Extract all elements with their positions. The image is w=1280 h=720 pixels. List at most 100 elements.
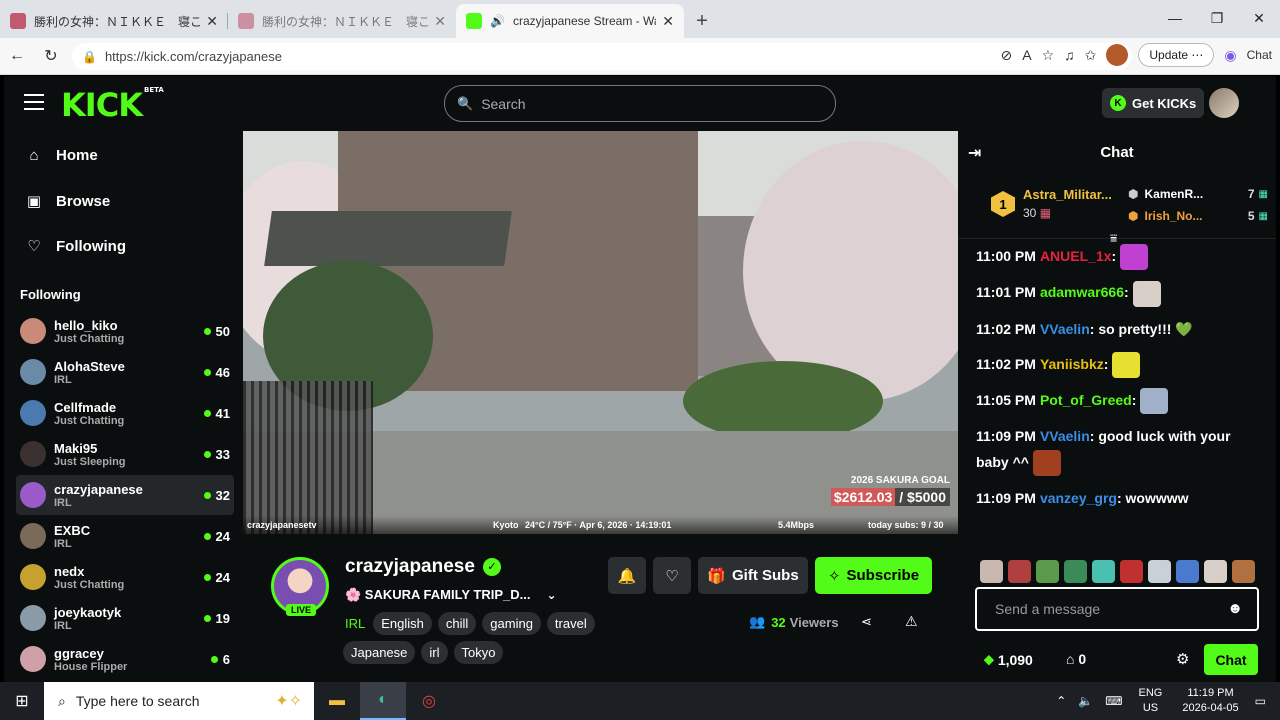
kick-logo[interactable]: KICK BETA: [61, 86, 164, 124]
emote-icon[interactable]: [1232, 560, 1255, 583]
share-icon[interactable]: ⋖: [861, 614, 872, 630]
back-icon[interactable]: ←: [0, 41, 34, 71]
emote-icon[interactable]: [1036, 560, 1059, 583]
get-kicks-button[interactable]: K Get KICKs: [1102, 88, 1205, 118]
following-channel[interactable]: joeykaotyk IRL 19: [16, 598, 234, 638]
chevron-down-icon[interactable]: ⌄: [546, 588, 556, 602]
leaderboard-user[interactable]: ⬢ Irish_No... 5 ▦: [1128, 209, 1268, 223]
windows-start-icon[interactable]: ⊞: [0, 682, 44, 720]
sidebar-item-browse[interactable]: ▣ Browse: [24, 192, 110, 211]
read-aloud-icon[interactable]: A: [1022, 47, 1031, 63]
clock[interactable]: 11:19 PM 2026-04-05: [1182, 686, 1238, 716]
chat-settings-icon[interactable]: ⚙: [1176, 650, 1189, 668]
channel-avatar: [20, 605, 46, 631]
close-tab-icon[interactable]: ✕: [662, 13, 674, 30]
tag-chip[interactable]: English: [373, 612, 432, 635]
video-player[interactable]: 2026 SAKURA GOAL $2612.03/ $5000 crazyja…: [243, 131, 958, 534]
channel-name: Maki95: [54, 440, 98, 456]
emote-icon[interactable]: [1176, 560, 1199, 583]
leaderboard-user[interactable]: Astra_Militar...: [1023, 187, 1112, 202]
menu-icon[interactable]: [24, 94, 44, 110]
extensions-icon[interactable]: ♫: [1064, 47, 1075, 63]
leaderboard-user[interactable]: ⬢ KamenR... 7 ▦: [1128, 187, 1268, 201]
message-user[interactable]: VVaelin: [1040, 321, 1090, 337]
tag-chip[interactable]: travel: [546, 612, 595, 635]
tag-chip[interactable]: Tokyo: [453, 641, 504, 664]
collapse-chat-icon[interactable]: ⇥: [968, 143, 981, 163]
message-user[interactable]: Yaniisbkz: [1040, 356, 1104, 372]
taskbar-search[interactable]: ⌕ Type here to search ✦✧: [44, 682, 314, 720]
volume-icon[interactable]: 🔈: [1078, 694, 1093, 708]
search-input[interactable]: 🔍 Search: [444, 85, 836, 122]
close-tab-icon[interactable]: ✕: [206, 13, 218, 30]
keyboard-icon[interactable]: ⌨: [1105, 694, 1122, 708]
channel-name[interactable]: crazyjapanese ✓: [345, 556, 501, 578]
emote-icon[interactable]: [1204, 560, 1227, 583]
copilot-icon[interactable]: ◉: [1224, 47, 1236, 64]
tag-chip[interactable]: Japanese: [343, 641, 416, 664]
browser-tab-2[interactable]: 勝利の女神：ＮＩＫＫＥ 寝ころび ✕: [228, 4, 456, 38]
sidebar-item-following[interactable]: ♡ Following: [24, 237, 126, 256]
channel-points[interactable]: ⬥ 1,090: [984, 651, 1033, 668]
language-indicator[interactable]: ENG US: [1139, 686, 1163, 716]
live-dot-icon: [210, 655, 218, 663]
category-link[interactable]: IRL: [343, 612, 367, 635]
browser-tab-3[interactable]: 🔊 crazyjapanese Stream - Watch ✕: [456, 4, 684, 38]
following-channel[interactable]: AlohaSteve IRL 46: [16, 352, 234, 392]
close-tab-icon[interactable]: ✕: [434, 13, 446, 30]
tracking-prevention-icon[interactable]: ⊘: [1001, 47, 1013, 64]
file-explorer-icon[interactable]: ▬: [314, 682, 360, 720]
sidebar-item-home[interactable]: ⌂ Home: [24, 147, 97, 164]
copilot-chat-label[interactable]: Chat: [1247, 48, 1272, 62]
message-user[interactable]: vanzey_grg: [1040, 490, 1117, 506]
tag-chip[interactable]: chill: [437, 612, 477, 635]
tag-chip[interactable]: gaming: [482, 612, 541, 635]
following-channel[interactable]: Cellfmade Just Chatting 41: [16, 393, 234, 433]
tag-chip[interactable]: irl: [421, 641, 448, 664]
edge-browser-icon[interactable]: ◐: [360, 682, 406, 720]
favorites-icon[interactable]: ✩: [1085, 47, 1097, 64]
message-user[interactable]: VVaelin: [1040, 428, 1090, 444]
emote-icon[interactable]: [1120, 560, 1143, 583]
send-chat-button[interactable]: Chat: [1204, 644, 1258, 675]
message-user[interactable]: adamwar666: [1040, 284, 1124, 300]
update-button[interactable]: Update ⋯: [1138, 43, 1215, 67]
user-avatar[interactable]: [1209, 88, 1239, 118]
emote-icon[interactable]: [1092, 560, 1115, 583]
maximize-icon[interactable]: ❐: [1196, 0, 1238, 36]
address-bar[interactable]: 🔒 https://kick.com/crazyjapanese: [72, 43, 1132, 70]
emote-icon[interactable]: [1064, 560, 1087, 583]
message-user[interactable]: ANUEL_1x: [1040, 248, 1112, 264]
browser-tab-1[interactable]: 勝利の女神：ＮＩＫＫＥ 寝ころび ✕: [0, 4, 228, 38]
store-button[interactable]: ⌂ 0: [1066, 651, 1086, 667]
notifications-icon[interactable]: ▭: [1255, 694, 1266, 708]
gift-subs-button[interactable]: 🎁 Gift Subs: [698, 557, 808, 594]
following-channel[interactable]: EXBC IRL 24: [16, 516, 234, 556]
following-channel[interactable]: ggracey House Flipper 6: [16, 639, 234, 679]
new-tab-button[interactable]: +: [684, 4, 720, 38]
emoji-picker-icon[interactable]: ☻: [1227, 600, 1243, 617]
favorite-star-icon[interactable]: ☆: [1042, 47, 1055, 64]
chat-message-input[interactable]: Send a message ☻: [975, 587, 1259, 631]
minimize-icon[interactable]: —: [1154, 0, 1196, 36]
profile-avatar[interactable]: [1106, 44, 1129, 66]
refresh-icon[interactable]: ↻: [34, 41, 68, 71]
following-channel[interactable]: crazyjapanese IRL 32: [16, 475, 234, 515]
notification-bell-button[interactable]: 🔔: [608, 557, 646, 594]
following-channel[interactable]: Maki95 Just Sleeping 33: [16, 434, 234, 474]
following-channel[interactable]: hello_kiko Just Chatting 50: [16, 311, 234, 351]
follow-button[interactable]: ♡: [653, 557, 691, 594]
close-window-icon[interactable]: ✕: [1238, 0, 1280, 36]
emote-icon[interactable]: [1148, 560, 1171, 583]
following-channel[interactable]: nedx Just Chatting 24: [16, 557, 234, 597]
chevron-up-icon[interactable]: ⌃: [1056, 694, 1066, 708]
emote-icon[interactable]: [980, 560, 1003, 583]
app-icon[interactable]: ◎: [406, 682, 452, 720]
speaker-icon[interactable]: 🔊: [490, 14, 505, 28]
subscribe-button[interactable]: ✧ Subscribe: [815, 557, 932, 594]
report-icon[interactable]: ⚠: [905, 613, 918, 630]
live-dot-icon: [203, 614, 211, 622]
live-dot-icon: [203, 532, 211, 540]
emote-icon[interactable]: [1008, 560, 1031, 583]
message-user[interactable]: Pot_of_Greed: [1040, 392, 1132, 408]
